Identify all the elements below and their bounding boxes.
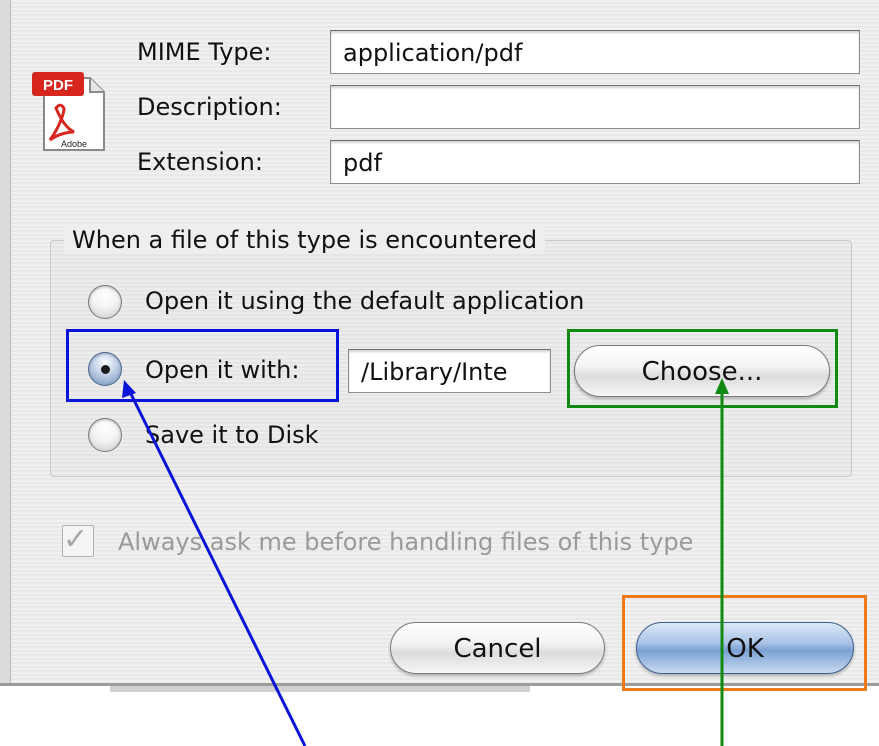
radio-save-to-disk[interactable] bbox=[88, 418, 122, 452]
mime-type-field[interactable]: application/pdf bbox=[330, 30, 860, 74]
adobe-caption: Adobe bbox=[61, 139, 87, 149]
always-ask-label: Always ask me before handling files of t… bbox=[118, 528, 694, 556]
mime-type-label: MIME Type: bbox=[137, 38, 272, 66]
pdf-badge-text: PDF bbox=[43, 77, 73, 94]
obscured-row bbox=[110, 686, 530, 692]
description-field[interactable] bbox=[330, 85, 860, 129]
radio-open-default-label[interactable]: Open it using the default application bbox=[145, 287, 584, 315]
checkmark-icon: ✓ bbox=[63, 522, 89, 557]
background-window-strip bbox=[0, 686, 879, 746]
radio-open-default[interactable] bbox=[88, 285, 122, 319]
handling-group-title: When a file of this type is encountered bbox=[64, 226, 546, 254]
cancel-button[interactable]: Cancel bbox=[390, 622, 605, 674]
annotation-box-ok bbox=[622, 595, 867, 691]
extension-field[interactable]: pdf bbox=[330, 140, 860, 184]
annotation-box-open-with bbox=[66, 329, 339, 402]
description-label: Description: bbox=[137, 93, 282, 121]
always-ask-checkbox[interactable]: ✓ bbox=[62, 522, 94, 557]
annotation-box-choose bbox=[567, 329, 838, 408]
pdf-document-icon: PDF Adobe bbox=[32, 72, 105, 151]
radio-save-to-disk-label[interactable]: Save it to Disk bbox=[145, 421, 319, 449]
open-with-path-field[interactable]: /Library/Inte bbox=[348, 349, 551, 393]
dialog-left-edge bbox=[0, 0, 11, 685]
extension-label: Extension: bbox=[137, 148, 263, 176]
